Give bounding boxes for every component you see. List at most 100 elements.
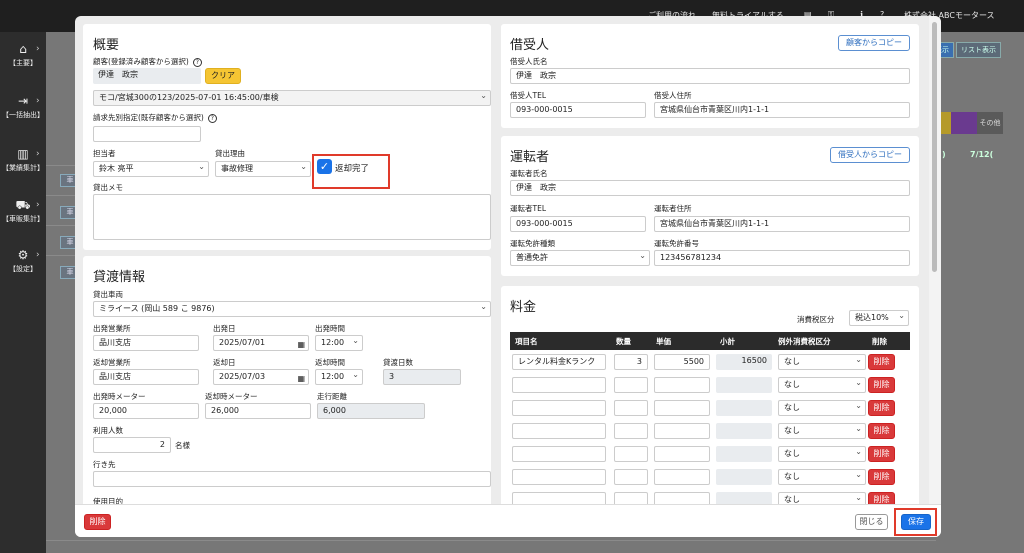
vehicle-select[interactable]: ミライース (岡山 589 こ 9876) (93, 301, 491, 317)
delete-row-button[interactable]: 削除 (868, 354, 895, 370)
item-name-field[interactable] (512, 492, 606, 504)
dep-office-field[interactable]: 品川支店 (93, 335, 199, 351)
tax-exception-select[interactable]: なし (778, 354, 866, 370)
borrower-tel-label: 借受人TEL (510, 91, 546, 100)
qty-field[interactable] (614, 469, 648, 485)
borrower-tel-field[interactable]: 093-000-0015 (510, 102, 646, 118)
driver-address-field[interactable]: 宮城県仙台市青葉区川内1-1-1 (654, 216, 910, 232)
delete-row-button[interactable]: 削除 (868, 423, 895, 439)
item-name-field[interactable] (512, 469, 606, 485)
copy-from-borrower-button[interactable]: 借受人からコピー (830, 147, 910, 163)
calendar-icon[interactable]: ▦ (297, 372, 305, 384)
ret-meter-field[interactable]: 26,000 (205, 403, 311, 419)
borrower-name-label: 借受人氏名 (510, 57, 548, 66)
item-name-field[interactable] (512, 400, 606, 416)
borrower-title: 借受人 (510, 38, 550, 53)
tax-select[interactable]: 税込10% (849, 310, 909, 326)
price-field[interactable] (654, 492, 710, 504)
price-field[interactable] (654, 423, 710, 439)
tax-label: 消費税区分 (797, 315, 835, 324)
question-icon[interactable]: ? (192, 57, 202, 67)
delete-record-button[interactable]: 削除 (84, 514, 111, 530)
borrower-address-field[interactable]: 宮城県仙台市青葉区川内1-1-1 (654, 102, 910, 118)
subtotal-field (716, 492, 772, 504)
people-unit: 名様 (175, 441, 190, 450)
customer-field[interactable]: 伊達 政宗 (93, 68, 201, 84)
fees-table-row: なし削除 (510, 420, 910, 443)
billing-field[interactable] (93, 126, 201, 142)
destination-label: 行き先 (93, 460, 116, 469)
dep-meter-field[interactable]: 20,000 (93, 403, 199, 419)
ret-office-field[interactable]: 品川支店 (93, 369, 199, 385)
memo-textarea[interactable] (93, 194, 491, 240)
borrower-address-label: 借受人住所 (654, 91, 692, 100)
qty-field[interactable] (614, 400, 648, 416)
destination-field[interactable] (93, 471, 491, 487)
qty-field[interactable] (614, 377, 648, 393)
fees-table-row: なし削除 (510, 397, 910, 420)
item-name-field[interactable] (512, 446, 606, 462)
reason-select[interactable]: 事故修理 (215, 161, 311, 177)
license-type-select[interactable]: 普通免許 (510, 250, 650, 266)
ret-time-label: 返却時間 (315, 358, 345, 367)
tax-exception-select[interactable]: なし (778, 469, 866, 485)
item-name-field[interactable] (512, 423, 606, 439)
dep-date-label: 出発日 (213, 324, 236, 333)
highlight-return-done (312, 154, 390, 189)
delete-row-button[interactable]: 削除 (868, 469, 895, 485)
item-name-field[interactable]: レンタル料金Kランク (512, 354, 606, 370)
customer-label: 顧客(登録済み顧客から選択)? (93, 56, 202, 67)
modal-scrollbar-thumb[interactable] (932, 22, 937, 272)
reason-label: 貸出理由 (215, 149, 245, 158)
delete-row-button[interactable]: 削除 (868, 446, 895, 462)
driver-tel-field[interactable]: 093-000-0015 (510, 216, 646, 232)
bg-column-header: 7/12( (970, 150, 994, 159)
fees-title: 料金 (510, 300, 537, 315)
item-name-field[interactable] (512, 377, 606, 393)
calendar-icon[interactable]: ▦ (297, 338, 305, 350)
ret-time-select[interactable]: 12:00 (315, 369, 363, 385)
price-field[interactable] (654, 446, 710, 462)
price-field[interactable]: 5500 (654, 354, 710, 370)
license-no-field[interactable]: 123456781234 (654, 250, 910, 266)
tax-exception-select[interactable]: なし (778, 423, 866, 439)
price-field[interactable] (654, 400, 710, 416)
delete-row-button[interactable]: 削除 (868, 400, 895, 416)
delete-row-button[interactable]: 削除 (868, 377, 895, 393)
fees-table-header: 項目名 数量 単価 小計 例外消費税区分 削除 (510, 332, 910, 350)
license-no-label: 運転免許番号 (654, 239, 699, 248)
qty-field[interactable] (614, 423, 648, 439)
qty-field[interactable]: 3 (614, 354, 648, 370)
tax-exception-select[interactable]: なし (778, 446, 866, 462)
col-tax-exception: 例外消費税区分 (778, 337, 831, 346)
price-field[interactable] (654, 377, 710, 393)
qty-field[interactable] (614, 446, 648, 462)
price-field[interactable] (654, 469, 710, 485)
col-qty: 数量 (616, 337, 631, 346)
reservation-select[interactable]: モコ/宮城300の123/2025-07-01 16:45:00/車検 (93, 90, 491, 106)
borrower-card: 借受人 顧客からコピー 借受人氏名 伊達 政宗 借受人TEL 093-000-0… (501, 24, 919, 128)
driver-name-field[interactable]: 伊達 政宗 (510, 180, 910, 196)
borrower-name-field[interactable]: 伊達 政宗 (510, 68, 910, 84)
people-label: 利用人数 (93, 426, 123, 435)
fees-table-row: なし削除 (510, 443, 910, 466)
copy-from-customer-button[interactable]: 顧客からコピー (838, 35, 910, 51)
tax-exception-select[interactable]: なし (778, 377, 866, 393)
qty-field[interactable] (614, 492, 648, 504)
billing-label: 請求先別指定(既存顧客から選択)? (93, 112, 217, 123)
ret-date-field[interactable]: 2025/07/03 ▦ (213, 369, 309, 385)
distance-field: 6,000 (317, 403, 425, 419)
chevron-right-icon: › (36, 200, 40, 210)
tax-exception-select[interactable]: なし (778, 400, 866, 416)
dep-date-field[interactable]: 2025/07/01 ▦ (213, 335, 309, 351)
people-field[interactable]: 2 (93, 437, 171, 453)
chevron-right-icon: › (36, 149, 40, 159)
dep-time-select[interactable]: 12:00 (315, 335, 363, 351)
delete-row-button[interactable]: 削除 (868, 492, 895, 504)
chevron-right-icon: › (36, 44, 40, 54)
clear-button[interactable]: クリア (205, 68, 241, 84)
staff-select[interactable]: 鈴木 亮平 (93, 161, 209, 177)
tax-exception-select[interactable]: なし (778, 492, 866, 504)
question-icon[interactable]: ? (207, 113, 217, 123)
close-button[interactable]: 閉じる (855, 514, 888, 530)
